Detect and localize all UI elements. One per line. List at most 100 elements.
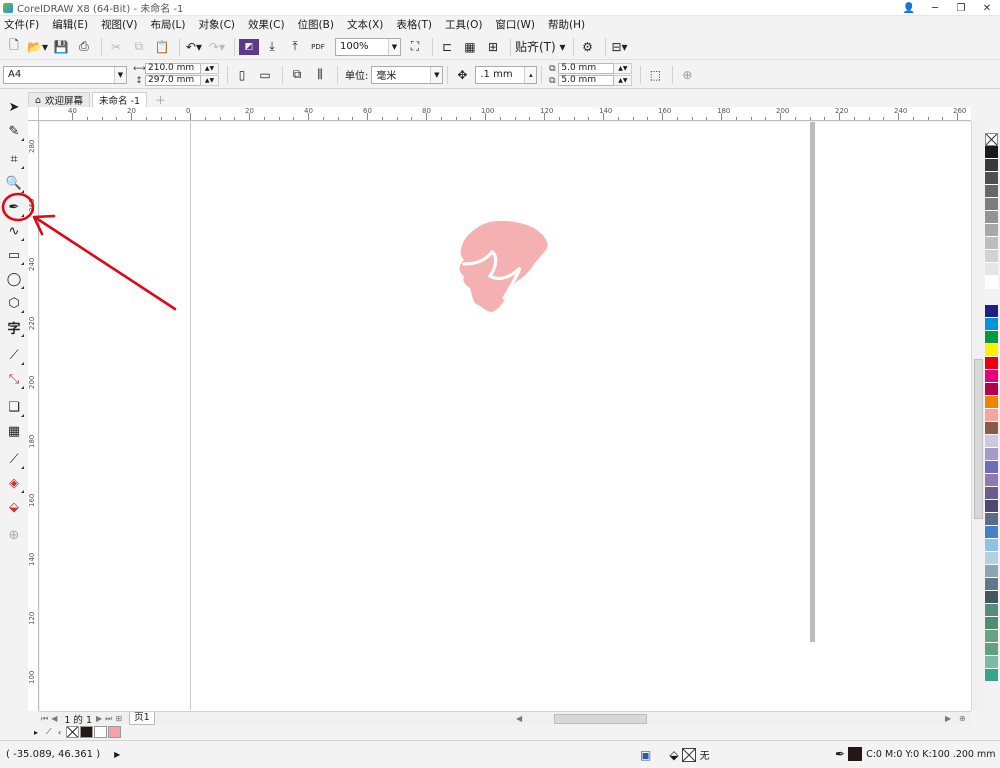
parallel-dimension-tool-icon[interactable]: ⟋	[3, 344, 25, 366]
page-tab-1[interactable]: 页1	[129, 712, 155, 725]
print-icon[interactable]: ⎙	[74, 37, 94, 57]
palette-swatch[interactable]	[985, 591, 998, 604]
vertical-scrollbar[interactable]	[971, 121, 984, 711]
palette-swatch[interactable]	[985, 461, 998, 474]
copy-icon[interactable]: ⧉	[129, 37, 149, 57]
pdf-export-icon[interactable]: PDF	[308, 37, 328, 57]
doc-color-swatch[interactable]	[108, 726, 121, 738]
page-size-combo[interactable]: A4 ▼	[3, 65, 127, 84]
all-pages-icon[interactable]: ⧉	[287, 65, 307, 85]
menu-help[interactable]: 帮助(H)	[548, 17, 585, 32]
doc-no-color-swatch[interactable]	[66, 726, 79, 738]
new-tab-button[interactable]: ＋	[149, 92, 172, 107]
palette-swatch[interactable]	[985, 669, 998, 682]
add-page-icon[interactable]: ⊞	[115, 714, 122, 723]
full-screen-icon[interactable]: ⛶	[405, 37, 425, 57]
current-page-icon[interactable]: ⫼	[310, 65, 330, 85]
first-page-icon[interactable]: ⏮	[41, 714, 48, 724]
horizontal-ruler[interactable]: 40 20 0 20 40 60 80 100 120 140 160 180 200 220 240 260	[39, 107, 971, 121]
crop-tool-icon[interactable]: ⌗	[3, 148, 25, 170]
nudge-distance-input[interactable]: .1 mm ▴	[475, 65, 538, 84]
menu-text[interactable]: 文本(X)	[347, 17, 383, 32]
drawing-canvas[interactable]	[40, 120, 971, 711]
landscape-icon[interactable]: ▭	[255, 65, 275, 85]
palette-swatch[interactable]	[985, 604, 998, 617]
page-height-spinner[interactable]: ▲▼	[201, 75, 219, 86]
artistic-media-tool-icon[interactable]: ∿	[3, 220, 25, 242]
palette-swatch[interactable]	[985, 146, 998, 159]
add-tool-icon[interactable]: ⊕	[3, 524, 25, 546]
smart-fill-tool-icon[interactable]: ⬙	[3, 496, 25, 518]
menu-file[interactable]: 文件(F)	[4, 17, 39, 32]
palette-swatch[interactable]	[985, 474, 998, 487]
nudge-spinner[interactable]: ▴	[524, 66, 537, 83]
doc-color-swatch[interactable]	[94, 726, 107, 738]
previous-page-icon[interactable]: ◀	[51, 714, 57, 723]
palette-swatch[interactable]	[985, 552, 998, 565]
snap-to-dropdown[interactable]: 贴齐(T) ▾	[515, 37, 566, 57]
palette-scroll-left-icon[interactable]: ‹	[58, 728, 61, 737]
save-icon[interactable]: 💾	[51, 37, 71, 57]
palette-swatch[interactable]	[985, 224, 998, 237]
palette-swatch[interactable]	[985, 357, 998, 370]
menu-table[interactable]: 表格(T)	[396, 17, 432, 32]
treat-as-filled-icon[interactable]: ⬚	[645, 65, 665, 85]
chevron-down-icon[interactable]: ▼	[430, 66, 443, 83]
open-folder-icon[interactable]: 📂▾	[27, 37, 48, 57]
menu-view[interactable]: 视图(V)	[101, 17, 137, 32]
portrait-icon[interactable]: ▯	[232, 65, 252, 85]
tab-welcome-screen[interactable]: ⌂ 欢迎屏幕	[28, 92, 91, 107]
palette-swatch[interactable]	[985, 435, 998, 448]
vertical-scroll-thumb[interactable]	[974, 359, 983, 519]
palette-menu-icon[interactable]: ▸	[34, 728, 38, 737]
ellipse-tool-icon[interactable]: ◯	[3, 268, 25, 290]
duplicate-y-spinner[interactable]: ▲▼	[614, 75, 633, 86]
connector-tool-icon[interactable]: ⤡	[3, 368, 25, 390]
palette-swatch[interactable]	[985, 448, 998, 461]
pen-tool-icon[interactable]: ✒	[3, 196, 25, 218]
palette-swatch[interactable]	[985, 263, 998, 276]
rectangle-tool-icon[interactable]: ▭	[3, 244, 25, 266]
palette-swatch[interactable]	[985, 383, 998, 396]
ruler-origin[interactable]	[28, 107, 39, 121]
palette-swatch[interactable]	[985, 331, 998, 344]
drop-shadow-tool-icon[interactable]: ❏	[3, 396, 25, 418]
palette-swatch[interactable]	[985, 185, 998, 198]
new-document-icon[interactable]: 🗋	[4, 37, 24, 57]
paste-icon[interactable]: 📋	[152, 37, 172, 57]
show-guidelines-icon[interactable]: ⊞	[483, 37, 503, 57]
menu-window[interactable]: 窗口(W)	[495, 17, 535, 32]
palette-swatch[interactable]	[985, 318, 998, 331]
menu-object[interactable]: 对象(C)	[199, 17, 236, 32]
transparency-tool-icon[interactable]: ▦	[3, 420, 25, 442]
palette-swatch[interactable]	[985, 409, 998, 422]
page-height-input[interactable]: 297.0 mm	[145, 75, 201, 86]
account-button[interactable]: 👤	[896, 0, 922, 16]
palette-swatch[interactable]	[985, 526, 998, 539]
duplicate-x-spinner[interactable]: ▲▼	[614, 63, 633, 74]
show-grid-icon[interactable]: ▦	[460, 37, 480, 57]
add-property-icon[interactable]: ⊕	[677, 65, 697, 85]
palette-swatch[interactable]	[985, 565, 998, 578]
shape-tool-icon[interactable]: ✎	[3, 120, 25, 142]
palette-swatch[interactable]	[985, 172, 998, 185]
export-icon[interactable]: ⤒	[285, 37, 305, 57]
search-content-icon[interactable]: ◩	[238, 38, 259, 55]
status-expand-icon[interactable]: ▶	[114, 750, 120, 759]
interactive-fill-tool-icon[interactable]: ◈	[3, 472, 25, 494]
redo-icon[interactable]: ↷▾	[207, 37, 227, 57]
show-rulers-icon[interactable]: ⊏	[437, 37, 457, 57]
palette-swatch[interactable]	[985, 617, 998, 630]
palette-swatch[interactable]	[985, 198, 998, 211]
polygon-tool-icon[interactable]: ⬡	[3, 292, 25, 314]
menu-bitmaps[interactable]: 位图(B)	[298, 17, 334, 32]
palette-swatch[interactable]	[985, 513, 998, 526]
undo-icon[interactable]: ↶▾	[184, 37, 204, 57]
palette-swatch[interactable]	[985, 500, 998, 513]
chevron-down-icon[interactable]: ▼	[387, 38, 400, 55]
scroll-left-icon[interactable]: ◀	[516, 714, 522, 723]
palette-swatch[interactable]	[985, 276, 998, 289]
menu-layout[interactable]: 布局(L)	[150, 17, 185, 32]
minimize-button[interactable]: ─	[922, 0, 948, 16]
horizontal-scroll-thumb[interactable]	[554, 714, 647, 724]
